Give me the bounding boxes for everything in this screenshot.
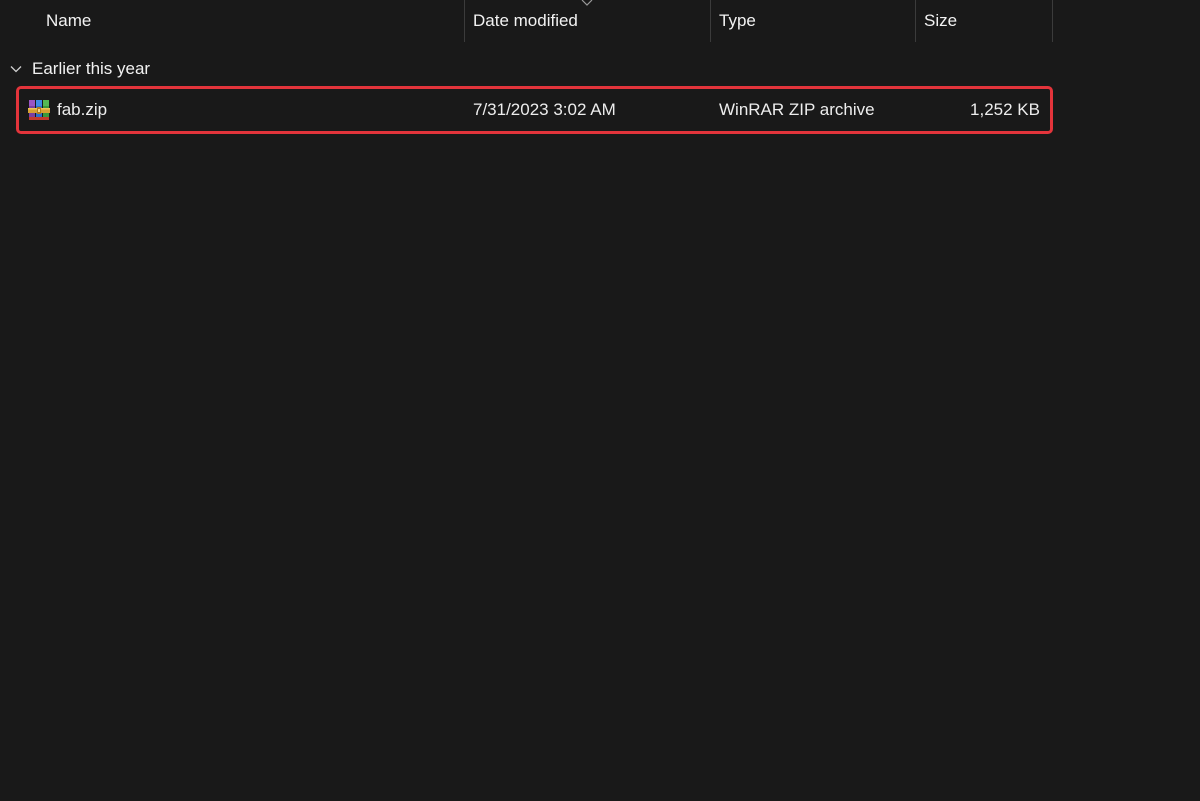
- file-row[interactable]: fab.zip 7/31/2023 3:02 AM WinRAR ZIP arc…: [16, 86, 1053, 134]
- sort-descending-icon: [581, 0, 593, 6]
- column-header: Name Date modified Type Size: [0, 0, 1053, 42]
- column-header-type-label: Type: [719, 11, 756, 30]
- column-header-name-label: Name: [46, 11, 92, 30]
- winrar-archive-icon: [28, 100, 50, 120]
- file-explorer-view: Name Date modified Type Size Earlier thi…: [0, 0, 1200, 801]
- column-header-date-label: Date modified: [473, 11, 578, 30]
- chevron-down-icon[interactable]: [9, 62, 23, 76]
- group-header-earlier-this-year[interactable]: Earlier this year: [9, 55, 150, 83]
- column-header-size[interactable]: Size: [915, 0, 1053, 42]
- column-divider[interactable]: [1052, 0, 1053, 42]
- file-icon-cell: [27, 89, 53, 131]
- group-label: Earlier this year: [32, 59, 151, 78]
- file-type: WinRAR ZIP archive: [719, 100, 875, 119]
- column-header-type[interactable]: Type: [710, 0, 915, 42]
- file-size: 1,252 KB: [970, 100, 1040, 119]
- file-date-modified: 7/31/2023 3:02 AM: [473, 100, 616, 119]
- file-name: fab.zip: [57, 100, 108, 119]
- column-header-size-label: Size: [924, 11, 958, 30]
- column-header-name[interactable]: Name: [0, 0, 464, 42]
